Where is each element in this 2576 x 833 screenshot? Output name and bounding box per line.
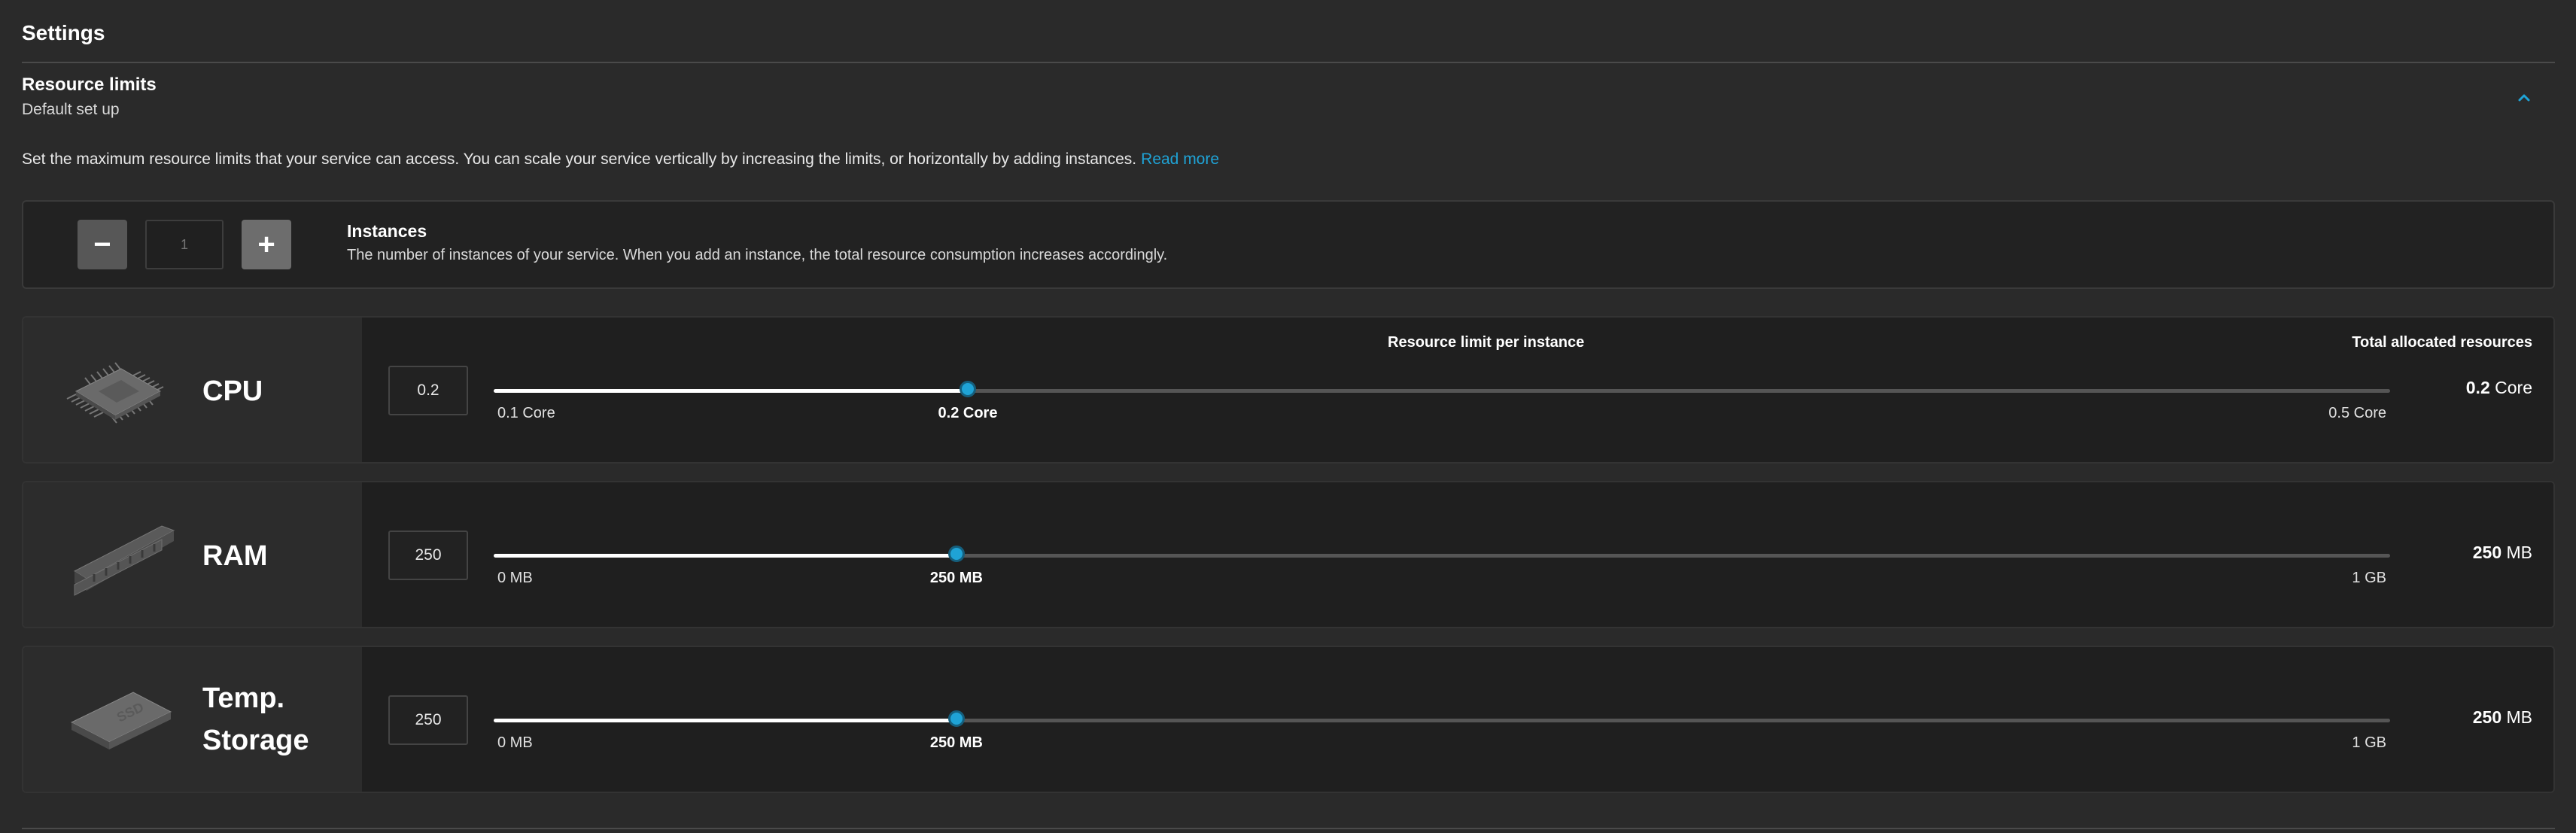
storage-label: Temp. Storage bbox=[202, 677, 309, 762]
read-more-link[interactable]: Read more bbox=[1141, 150, 1219, 168]
ram-module-icon bbox=[73, 525, 175, 596]
storage-total-unit: MB bbox=[2506, 707, 2533, 727]
ssd-drive-icon: SSD bbox=[70, 692, 172, 749]
cpu-label-panel: CPU bbox=[23, 318, 362, 462]
description-text: Set the maximum resource limits that you… bbox=[22, 150, 1137, 168]
instances-description: The number of instances of your service.… bbox=[347, 247, 1168, 263]
cpu-slider-panel: Resource limit per instance Total alloca… bbox=[362, 318, 2553, 462]
decrement-instances-button[interactable]: − bbox=[78, 220, 127, 269]
storage-max-label: 1 GB bbox=[2352, 734, 2386, 751]
ram-label-panel: RAM bbox=[23, 482, 362, 627]
ram-value-input[interactable] bbox=[388, 531, 468, 580]
cpu-value-input[interactable] bbox=[388, 366, 468, 415]
storage-label-line1: Temp. bbox=[202, 683, 285, 714]
section-description: Set the maximum resource limits that you… bbox=[22, 150, 1219, 169]
ram-total-unit: MB bbox=[2506, 543, 2533, 562]
cpu-total-value: 0.2 bbox=[2465, 378, 2490, 397]
storage-current-label: 250 MB bbox=[929, 734, 983, 751]
cpu-current-label: 0.2 Core bbox=[938, 405, 998, 421]
instances-card: − + Instances The number of instances of… bbox=[22, 200, 2555, 289]
cpu-total-unit: Core bbox=[2495, 378, 2532, 397]
cpu-slider-track[interactable] bbox=[494, 381, 2390, 397]
ram-current-label: 250 MB bbox=[929, 570, 983, 586]
divider-bottom bbox=[22, 828, 2555, 829]
cpu-total: 0.2 Core bbox=[2466, 378, 2532, 398]
ram-row: RAM 0 MB 250 MB 1 GB 250 MB bbox=[22, 481, 2555, 628]
storage-total: 250 MB bbox=[2473, 707, 2532, 728]
ram-slider-track[interactable] bbox=[494, 546, 2390, 562]
minus-icon: − bbox=[93, 228, 111, 261]
cpu-label: CPU bbox=[202, 375, 263, 407]
instances-title: Instances bbox=[347, 221, 427, 241]
divider bbox=[22, 62, 2555, 63]
storage-total-value: 250 bbox=[2472, 707, 2502, 727]
cpu-row: CPU Resource limit per instance Total al… bbox=[22, 316, 2555, 464]
storage-slider-track[interactable] bbox=[494, 710, 2390, 727]
cpu-slider-fill bbox=[494, 389, 968, 393]
storage-slider-fill bbox=[494, 719, 956, 722]
storage-min-label: 0 MB bbox=[497, 734, 533, 751]
page-title: Settings bbox=[22, 21, 105, 44]
storage-label-panel: SSD Temp. Storage bbox=[23, 647, 362, 792]
instances-input[interactable] bbox=[145, 220, 224, 269]
plus-icon: + bbox=[257, 228, 275, 261]
settings-page: Settings Resource limits Default set up … bbox=[0, 0, 2576, 833]
ram-slider-panel: 0 MB 250 MB 1 GB 250 MB bbox=[362, 482, 2553, 627]
cpu-slider-thumb[interactable] bbox=[960, 381, 976, 397]
section-subtitle: Default set up bbox=[22, 101, 120, 118]
storage-label-line2: Storage bbox=[202, 725, 309, 756]
storage-slider-panel: 0 MB 250 MB 1 GB 250 MB bbox=[362, 647, 2553, 792]
per-instance-header: Resource limit per instance bbox=[1388, 334, 1585, 351]
increment-instances-button[interactable]: + bbox=[242, 220, 291, 269]
cpu-chip-icon bbox=[66, 362, 164, 424]
ram-label: RAM bbox=[202, 540, 268, 572]
ram-total-value: 250 bbox=[2472, 543, 2502, 562]
total-header: Total allocated resources bbox=[2352, 334, 2532, 351]
ram-total: 250 MB bbox=[2473, 543, 2532, 563]
storage-value-input[interactable] bbox=[388, 695, 468, 745]
ram-slider-thumb[interactable] bbox=[947, 546, 965, 562]
cpu-max-label: 0.5 Core bbox=[2328, 405, 2386, 421]
ram-min-label: 0 MB bbox=[497, 570, 533, 586]
cpu-min-label: 0.1 Core bbox=[497, 405, 555, 421]
storage-row: SSD Temp. Storage 0 MB 250 MB 1 GB 250 M… bbox=[22, 646, 2555, 793]
storage-slider-thumb[interactable] bbox=[947, 710, 965, 727]
section-title: Resource limits bbox=[22, 74, 157, 95]
chevron-up-icon[interactable] bbox=[2513, 86, 2535, 108]
ram-max-label: 1 GB bbox=[2352, 570, 2386, 586]
ram-slider-fill bbox=[494, 554, 956, 558]
